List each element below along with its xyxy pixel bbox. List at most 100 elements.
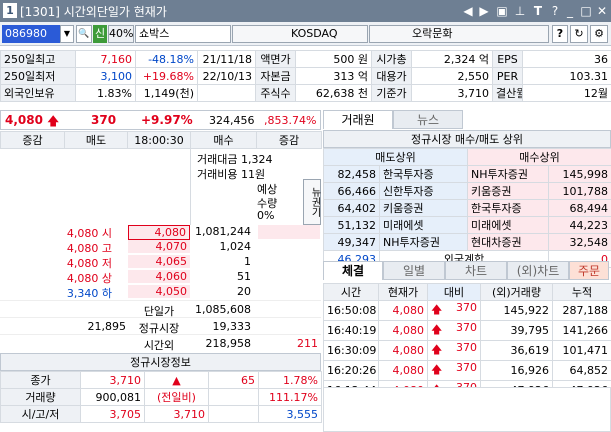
trade-price: 4,080 bbox=[378, 340, 428, 361]
regular-label: 종가 bbox=[0, 371, 81, 389]
ask-row[interactable]: 4,080 상 4,060 51 bbox=[0, 270, 321, 285]
window-icon[interactable]: ▣ bbox=[494, 3, 510, 19]
trade-row[interactable]: 16:50:08 4,080 🡅 370 145,922 287,188 bbox=[323, 300, 611, 321]
trade-row[interactable]: 16:30:09 4,080 🡅 370 36,619 101,471 bbox=[323, 340, 611, 361]
info-rate: +19.68% bbox=[135, 67, 198, 85]
buy-broker[interactable]: 키움증권 bbox=[467, 182, 550, 200]
trade-cumulative: 64,852 bbox=[552, 360, 611, 381]
sell-broker[interactable]: NH투자증권 bbox=[378, 233, 469, 251]
tab-foreign-chart[interactable]: (외)차트 bbox=[507, 261, 569, 280]
help-button[interactable]: ? bbox=[552, 25, 568, 43]
ask-row[interactable]: 4,080 고 4,070 1,024 bbox=[0, 240, 321, 255]
minimize-icon[interactable]: _ bbox=[562, 3, 578, 19]
arrow-right-icon[interactable]: ▶ bbox=[476, 3, 492, 19]
tab-broker[interactable]: 거래원 bbox=[323, 110, 393, 129]
price-change: 370 bbox=[91, 113, 117, 127]
regular-value-c bbox=[208, 405, 259, 423]
summary-label: 시간외 bbox=[143, 339, 175, 352]
trades-empty-area bbox=[323, 387, 611, 432]
broker-row[interactable]: 82,458 한국투자증 NH투자증권 145,998 bbox=[323, 165, 611, 183]
summary-row: 단일가 1,085,608 bbox=[0, 300, 321, 318]
ask-price[interactable]: 4,050 bbox=[128, 285, 190, 298]
summary-row: 21,895 정규시장 19,333 bbox=[0, 317, 321, 335]
trade-row[interactable]: 16:40:19 4,080 🡅 370 39,795 141,266 bbox=[323, 320, 611, 341]
stock-toolbar: 086980 ▼ 🔍 신 40% 쇼박스 KOSDAQ 오락문화 ? ↻ ⚙ bbox=[0, 22, 611, 46]
ask-price[interactable]: 4,070 bbox=[128, 240, 190, 253]
info-value-1: 313 억 bbox=[295, 67, 372, 85]
news-button[interactable]: 뉴권기 bbox=[303, 179, 321, 225]
sell-broker[interactable]: 키움증권 bbox=[378, 199, 469, 217]
summary-value: 19,333 bbox=[212, 320, 252, 333]
tab-news[interactable]: 뉴스 bbox=[393, 110, 463, 129]
ask-row[interactable]: 4,080 저 4,065 1 bbox=[0, 255, 321, 270]
regular-value-c: 65 bbox=[208, 371, 259, 389]
tab-daily[interactable]: 일별 bbox=[383, 261, 445, 280]
help-icon[interactable]: ? bbox=[547, 3, 563, 19]
ask-quantity: 1 bbox=[244, 255, 251, 268]
arrow-left-icon[interactable]: ◀ bbox=[460, 3, 476, 19]
window-number: 1 bbox=[3, 3, 17, 18]
price-mark: 4,080 고 bbox=[66, 242, 112, 255]
buy-broker[interactable]: 한국투자증 bbox=[467, 199, 550, 217]
buy-broker[interactable]: 현대차증권 bbox=[467, 233, 550, 251]
trade-time: 16:50:08 bbox=[323, 300, 379, 321]
sell-broker[interactable]: 한국투자증 bbox=[378, 165, 469, 183]
orderbook-header-cell: 증감 bbox=[256, 131, 322, 149]
tab-order[interactable]: 주문 bbox=[569, 261, 609, 280]
broker-row[interactable]: 51,132 미래에셋 미래에셋 44,223 bbox=[323, 216, 611, 234]
trade-summary-box: 거래대금 1,324 거래비용 11원 예상 수량 0% 뉴권기 bbox=[190, 149, 321, 225]
ask-price[interactable]: 4,080 bbox=[128, 225, 190, 240]
text-size-icon[interactable]: T bbox=[530, 3, 546, 19]
sell-broker[interactable]: 신한투자증 bbox=[378, 182, 469, 200]
close-icon[interactable]: ✕ bbox=[594, 3, 610, 19]
trade-diff: 🡅 370 bbox=[427, 360, 481, 381]
info-label-3: PER bbox=[492, 67, 523, 85]
info-value-1: 62,638 천 bbox=[295, 84, 372, 102]
info-price: 7,160 bbox=[75, 50, 136, 68]
orderbook-header-cell: 매도 bbox=[64, 131, 128, 149]
sell-quantity: 49,347 bbox=[323, 233, 380, 251]
ask-row[interactable]: 4,080 시 4,080 1,081,244 bbox=[0, 225, 321, 240]
buy-broker[interactable]: NH투자증권 bbox=[467, 165, 550, 183]
info-row: 외국인보유1.83%1,149(천) 주식수62,638 천기준가3,710결산월… bbox=[0, 84, 611, 102]
trade-price: 4,080 bbox=[378, 300, 428, 321]
refresh-icon[interactable]: ↻ bbox=[570, 25, 588, 43]
trades-header-cell: 누적 bbox=[552, 283, 611, 301]
trade-row[interactable]: 16:20:26 4,080 🡅 370 16,926 64,852 bbox=[323, 360, 611, 381]
regular-value-d: 3,555 bbox=[258, 405, 322, 423]
info-value-2: 2,324 억 bbox=[411, 50, 493, 68]
buy-broker[interactable]: 미래에셋 bbox=[467, 216, 550, 234]
settings-icon[interactable]: ⚙ bbox=[590, 25, 608, 43]
broker-row[interactable]: 66,466 신한투자증 키움증권 101,788 bbox=[323, 182, 611, 200]
trade-volume: 145,922 bbox=[480, 300, 553, 321]
pin-icon[interactable]: ⊥ bbox=[512, 3, 528, 19]
maximize-icon[interactable]: □ bbox=[578, 3, 594, 19]
trade-time: 16:30:09 bbox=[323, 340, 379, 361]
dropdown-icon[interactable]: ▼ bbox=[60, 25, 74, 43]
search-icon[interactable]: 🔍 bbox=[76, 25, 92, 43]
trade-price: 4,080 bbox=[378, 360, 428, 381]
sell-broker[interactable]: 미래에셋 bbox=[378, 216, 469, 234]
info-label-1: 액면가 bbox=[255, 50, 296, 68]
trade-volume: 39,795 bbox=[480, 320, 553, 341]
trade-amount: 거래대금 1,324 bbox=[197, 153, 273, 166]
sell-top-header: 매도상위 bbox=[322, 148, 468, 166]
broker-row[interactable]: 64,402 키움증권 한국투자증 68,494 bbox=[323, 199, 611, 217]
up-arrow-icon: 🡅 bbox=[431, 343, 443, 356]
broker-row[interactable]: 49,347 NH투자증권 현대차증권 32,548 bbox=[323, 233, 611, 251]
ask-price[interactable]: 4,065 bbox=[128, 255, 190, 268]
trades-header-cell: 시간 bbox=[323, 283, 379, 301]
info-price: 1.83% bbox=[75, 84, 136, 102]
ask-price[interactable]: 4,060 bbox=[128, 270, 190, 283]
broker-header-row: 매도상위 매수상위 bbox=[322, 148, 611, 166]
tab-chart[interactable]: 차트 bbox=[445, 261, 507, 280]
trade-volume: 36,619 bbox=[480, 340, 553, 361]
up-arrow-icon: 🡅 bbox=[431, 303, 443, 316]
price-mark: 4,080 저 bbox=[66, 257, 112, 270]
tab-trades[interactable]: 체결 bbox=[323, 261, 383, 280]
trades-header-cell: (외)거래량 bbox=[480, 283, 553, 301]
stock-code-input[interactable]: 086980 bbox=[2, 25, 60, 43]
trade-cost: 거래비용 11원 bbox=[197, 168, 266, 181]
ask-row[interactable]: 3,340 하 4,050 20 bbox=[0, 285, 321, 300]
up-arrow-icon: 🡅 bbox=[47, 114, 60, 128]
